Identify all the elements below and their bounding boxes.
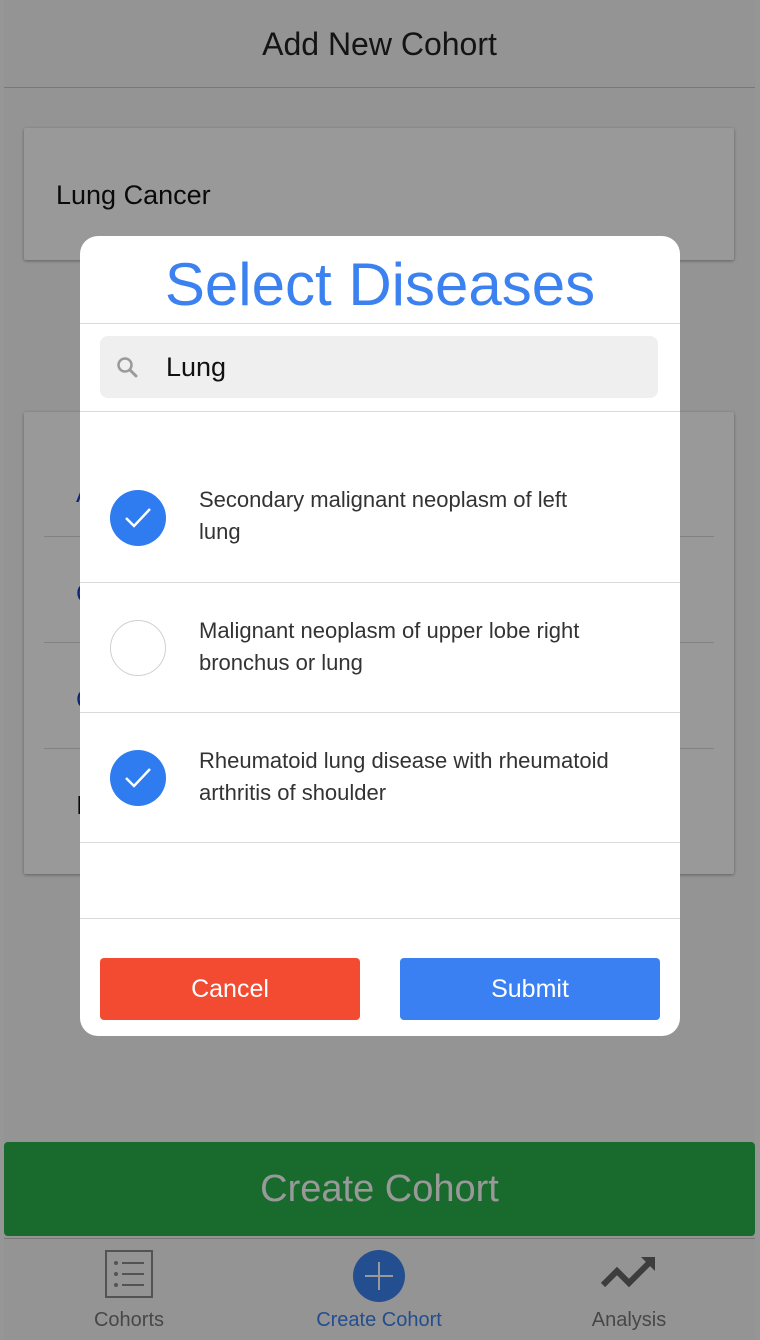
select-diseases-dialog: Select Diseases Lung Secondary malignant… bbox=[80, 236, 680, 1036]
checkmark-icon bbox=[125, 508, 151, 528]
divider bbox=[80, 411, 680, 412]
disease-label: Malignant neoplasm of upper lobe right b… bbox=[199, 618, 580, 675]
checkbox-unchecked[interactable] bbox=[110, 620, 166, 676]
search-input[interactable]: Lung bbox=[100, 336, 658, 398]
disease-label: Rheumatoid lung disease with rheumatoid … bbox=[199, 748, 609, 805]
checkbox-checked[interactable] bbox=[110, 490, 166, 546]
disease-option[interactable]: Secondary malignant neoplasm of left lun… bbox=[80, 452, 680, 582]
search-icon bbox=[117, 357, 138, 378]
disease-option[interactable]: Rheumatoid lung disease with rheumatoid … bbox=[80, 713, 680, 843]
checkmark-icon bbox=[125, 768, 151, 788]
divider bbox=[80, 842, 680, 843]
cancel-button[interactable]: Cancel bbox=[100, 958, 360, 1020]
divider bbox=[80, 918, 680, 919]
dialog-title: Select Diseases bbox=[164, 251, 596, 318]
disease-option[interactable]: Malignant neoplasm of upper lobe right b… bbox=[80, 583, 680, 713]
submit-button[interactable]: Submit bbox=[400, 958, 660, 1020]
checkbox-checked[interactable] bbox=[110, 750, 166, 806]
search-value: Lung bbox=[166, 352, 227, 382]
disease-label: Secondary malignant neoplasm of left lun… bbox=[199, 487, 568, 544]
divider bbox=[80, 323, 680, 324]
